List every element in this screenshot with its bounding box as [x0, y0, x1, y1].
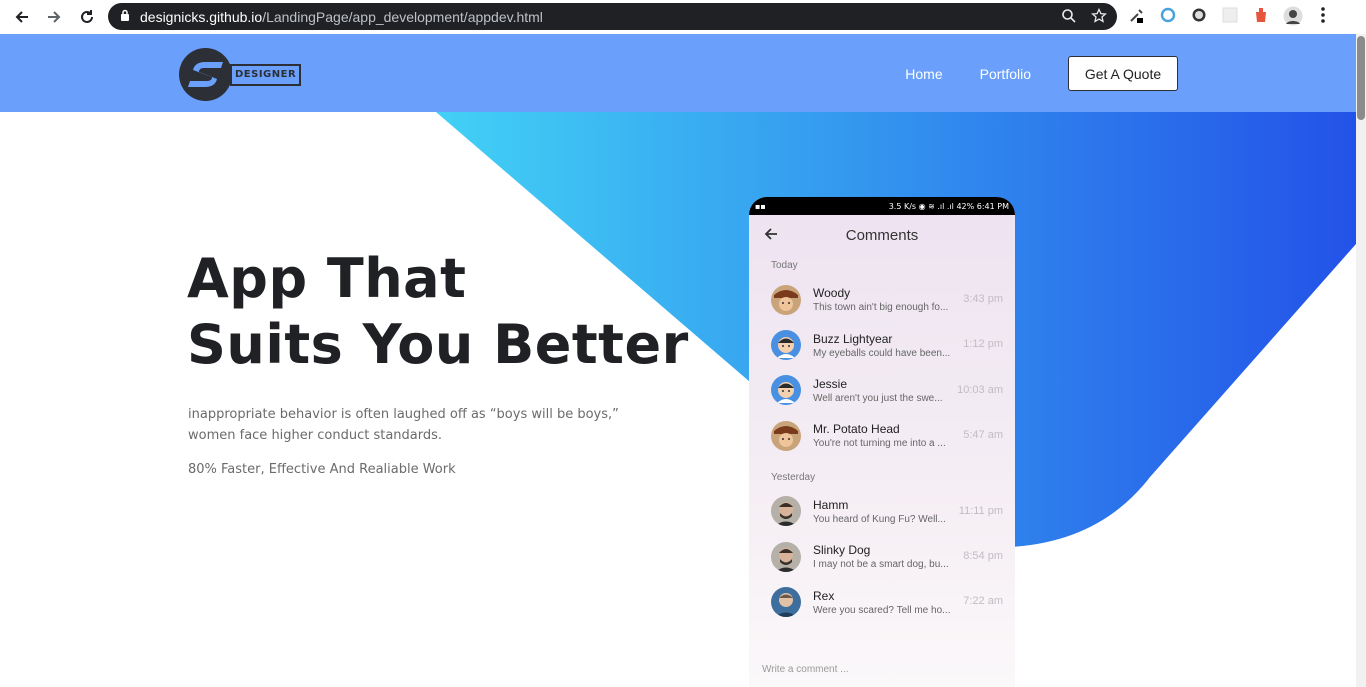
write-comment-input[interactable]: Write a comment ...	[762, 664, 849, 675]
comment-preview: Well aren't you just the swe...	[813, 392, 943, 404]
avatar	[771, 496, 801, 527]
comment-preview: This town ain't big enough fo...	[813, 302, 949, 314]
forward-icon[interactable]	[43, 6, 65, 28]
phone-mockup: ▪▪ 3.5 K/s ◉ ≋ .ıl .ıl 42% 6:41 PM Comme…	[749, 197, 1015, 687]
url-host: designicks.github.io	[140, 8, 263, 25]
comment-text: Slinky Dog I may not be a smart dog, bu..…	[813, 543, 953, 570]
comment-item[interactable]: Woody This town ain't big enough fo... 3:4…	[749, 277, 1015, 322]
hero-gradient-shape	[436, 112, 1356, 547]
logo[interactable]: DESIGNER	[179, 48, 302, 101]
lock-icon	[120, 8, 130, 26]
comments-title: Comments	[845, 226, 919, 244]
zoom-icon[interactable]	[1061, 8, 1077, 29]
main-nav: Home Portfolio Get A Quote	[905, 56, 1178, 91]
comment-author: Woody	[813, 286, 851, 301]
page-scrollbar[interactable]	[1356, 34, 1366, 687]
status-left: ▪▪	[755, 201, 766, 211]
menu-kebab-icon[interactable]	[1314, 6, 1332, 24]
comment-text: Buzz Lightyear My eyeballs could have bee…	[813, 332, 953, 359]
comment-author: Rex	[813, 588, 835, 603]
comment-time: 5:47 am	[963, 429, 1003, 442]
comment-preview: Were you scared? Tell me ho...	[813, 604, 951, 616]
hero-subtext: 80% Faster, Effective And Realiable Work	[188, 462, 456, 477]
bag-extension-icon[interactable]	[1252, 6, 1270, 24]
back-arrow-icon[interactable]	[763, 226, 779, 247]
comment-text: Jessie Well aren't you just the swe...	[813, 377, 953, 404]
reload-icon[interactable]	[76, 6, 98, 28]
comment-author: Mr. Potato Head	[813, 422, 900, 437]
dark-mode-extension-icon[interactable]	[1190, 6, 1208, 24]
comment-item[interactable]: Slinky Dog I may not be a smart dog, bu..…	[749, 534, 1015, 579]
status-right: 3.5 K/s ◉ ≋ .ıl .ıl 42% 6:41 PM	[888, 201, 1009, 211]
hero-description: inappropriate behavior is often laughed …	[188, 407, 619, 443]
comment-item[interactable]: Mr. Potato Head You're not turning me int…	[749, 413, 1015, 458]
comment-author: Slinky Dog	[813, 543, 871, 558]
comment-author: Jessie	[813, 376, 848, 391]
comment-item[interactable]: Rex Were you scared? Tell me ho... 7:22 am	[749, 579, 1015, 624]
comment-item[interactable]: Hamm You heard of Kung Fu? Well... 11:11 p…	[749, 489, 1015, 534]
status-speed: 3.5 K/s	[888, 201, 917, 211]
comment-time: 11:11 pm	[958, 504, 1003, 517]
logo-text: DESIGNER	[230, 63, 302, 86]
phone-status-bar: ▪▪ 3.5 K/s ◉ ≋ .ıl .ıl 42% 6:41 PM	[749, 197, 1015, 215]
eyedropper-extension-icon[interactable]	[1128, 6, 1146, 24]
back-icon[interactable]	[11, 6, 33, 28]
url-text: designicks.github.io/LandingPage/app_dev…	[140, 9, 543, 25]
bookmark-star-icon[interactable]	[1091, 7, 1107, 29]
avatar	[771, 541, 801, 572]
avatar	[771, 420, 801, 451]
section-today: Today	[771, 260, 798, 271]
avatar	[771, 587, 801, 618]
comment-author: Hamm	[813, 497, 849, 512]
comment-preview: I may not be a smart dog, bu...	[813, 559, 949, 571]
comment-text: Hamm You heard of Kung Fu? Well...	[813, 498, 953, 525]
comment-time: 1:12 pm	[963, 338, 1003, 351]
sync-extension-icon[interactable]	[1159, 6, 1177, 24]
logo-mark-icon	[179, 48, 232, 101]
hero-title-line1: App That	[187, 247, 467, 310]
comment-author: Buzz Lightyear	[813, 331, 893, 346]
browser-toolbar: designicks.github.io/LandingPage/app_dev…	[0, 0, 1366, 34]
status-battery-time: 42% 6:41 PM	[956, 201, 1009, 211]
url-path: /LandingPage/app_development/appdev.html	[262, 8, 543, 25]
avatar	[771, 330, 801, 361]
comment-preview: My eyeballs could have been...	[813, 347, 951, 359]
comment-item[interactable]: Buzz Lightyear My eyeballs could have bee…	[749, 322, 1015, 367]
comment-time: 7:22 am	[963, 595, 1003, 608]
comment-text: Mr. Potato Head You're not turning me int…	[813, 422, 953, 449]
comment-preview: You're not turning me into a ...	[813, 438, 946, 450]
hero-title: App That Suits You Better	[187, 246, 689, 378]
hero-title-line2: Suits You Better	[187, 313, 689, 376]
comment-time: 10:03 am	[957, 383, 1003, 396]
comment-time: 3:43 pm	[963, 293, 1003, 305]
nav-home-link[interactable]: Home	[905, 66, 942, 82]
nav-portfolio-link[interactable]: Portfolio	[980, 66, 1031, 82]
comments-header: Comments	[749, 215, 1015, 255]
comment-text: Woody This town ain't big enough fo...	[813, 286, 953, 313]
section-yesterday: Yesterday	[771, 471, 816, 483]
comment-time: 8:54 pm	[963, 549, 1003, 562]
comment-item[interactable]: Jessie Well aren't you just the swe... 10:…	[749, 368, 1015, 413]
scrollbar-thumb[interactable]	[1357, 36, 1365, 120]
address-bar[interactable]: designicks.github.io/LandingPage/app_dev…	[108, 3, 1117, 30]
comment-preview: You heard of Kung Fu? Well...	[813, 513, 946, 525]
get-a-quote-button[interactable]: Get A Quote	[1068, 56, 1178, 91]
avatar	[771, 375, 801, 406]
screenshot-extension-icon[interactable]	[1221, 6, 1239, 24]
site-header: DESIGNER Home Portfolio Get A Quote	[0, 34, 1356, 112]
comment-text: Rex Were you scared? Tell me ho...	[813, 589, 953, 616]
avatar	[771, 284, 801, 315]
profile-avatar-icon[interactable]	[1283, 6, 1303, 26]
